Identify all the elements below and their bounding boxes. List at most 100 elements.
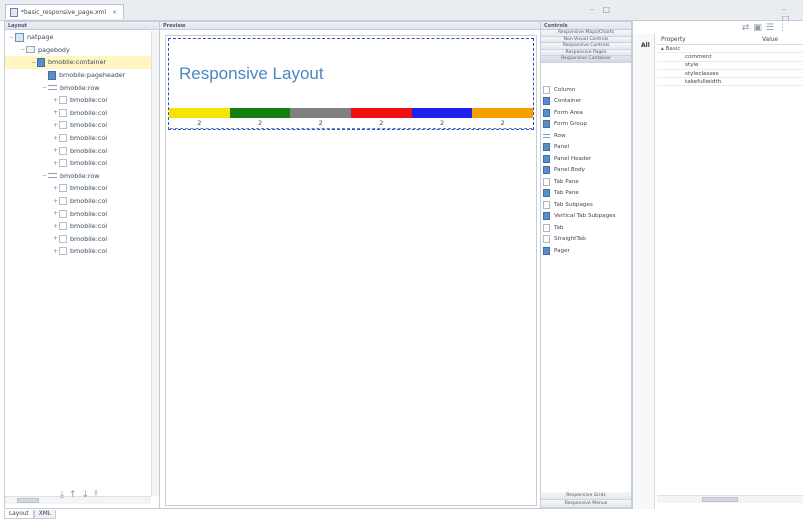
control-item[interactable]: Container	[543, 96, 631, 108]
control-category[interactable]: Responsive Container	[541, 56, 631, 63]
control-category[interactable]: Responsive Maps/Charts	[541, 30, 631, 37]
collapse-icon[interactable]: −	[30, 59, 37, 66]
responsive-container-outline[interactable]: Responsive Layout 222222	[168, 38, 534, 130]
editor-tab[interactable]: *basic_responsive_page.xml ✕	[5, 4, 125, 19]
scrollbar-thumb[interactable]	[17, 498, 39, 503]
tree-node[interactable]: − bmobile:row	[5, 81, 151, 94]
control-item-label: Tab Pane	[554, 190, 579, 197]
control-item-icon	[543, 177, 550, 186]
tree-node-label: bmobile:row	[60, 83, 100, 92]
property-group-basic[interactable]: ▴ Basic	[657, 45, 803, 54]
tree-node[interactable]: + bmobile:col	[5, 233, 151, 246]
tree-move-tools[interactable]: ⤓↑↓⤒	[60, 490, 103, 500]
control-item[interactable]: Panel	[543, 142, 631, 154]
column-color-bar[interactable]	[351, 108, 412, 118]
body-icon	[26, 46, 35, 54]
column-span-label: 2	[352, 119, 411, 129]
control-item[interactable]: Tab Pane	[543, 188, 631, 200]
column-color-bar[interactable]	[290, 108, 352, 118]
tree-node[interactable]: + bmobile:col	[5, 119, 151, 132]
value-column-header[interactable]: Value	[762, 35, 778, 44]
expand-icon[interactable]: +	[52, 210, 59, 217]
tree-node[interactable]: + bmobile:col	[5, 182, 151, 195]
preview-area[interactable]: Responsive Layout 222222	[165, 35, 537, 506]
tree-node[interactable]: + bmobile:col	[5, 132, 151, 145]
tree-node-label: bmobile:col	[70, 96, 108, 105]
tree-node[interactable]: + bmobile:col	[5, 107, 151, 120]
expand-icon[interactable]: +	[52, 198, 59, 205]
col-icon	[59, 159, 67, 168]
properties-toolbar[interactable]: ⇄▣☰⋮	[742, 23, 791, 33]
control-item[interactable]: Tab	[543, 222, 631, 234]
column-color-bar[interactable]	[169, 108, 230, 118]
expand-icon[interactable]: +	[52, 109, 59, 116]
control-item[interactable]: Form Group	[543, 119, 631, 131]
tree-node[interactable]: + bmobile:col	[5, 144, 151, 157]
expand-icon[interactable]: +	[52, 248, 59, 255]
control-item[interactable]: Form Area	[543, 107, 631, 119]
expand-icon[interactable]: +	[52, 122, 59, 129]
expand-icon[interactable]: +	[52, 185, 59, 192]
control-item-icon	[543, 133, 550, 138]
file-icon	[10, 7, 18, 17]
control-category[interactable]: Responsive Grids	[541, 492, 631, 500]
control-item[interactable]: Panel Body	[543, 165, 631, 177]
tree-node[interactable]: − bmobile:row	[5, 170, 151, 183]
collapse-icon[interactable]: −	[19, 46, 26, 53]
tree-node[interactable]: + bmobile:col	[5, 245, 151, 258]
expand-icon[interactable]: +	[52, 223, 59, 230]
control-item[interactable]: Row	[543, 130, 631, 142]
tree-node-label: bmobile:col	[70, 184, 108, 193]
all-category[interactable]: All	[641, 42, 650, 49]
tree-node[interactable]: + bmobile:col	[5, 157, 151, 170]
tree-node[interactable]: − bmobile:container	[5, 56, 151, 69]
column-color-bar[interactable]	[472, 108, 534, 118]
property-row[interactable]: styleclasses	[657, 70, 803, 79]
expand-icon[interactable]: +	[52, 235, 59, 242]
tree-node[interactable]: + bmobile:col	[5, 94, 151, 107]
control-categories: Responsive Maps/Charts Non-Visual Control…	[541, 30, 631, 63]
tree-node[interactable]: + bmobile:col	[5, 220, 151, 233]
tree-node[interactable]: − natpage	[5, 31, 151, 44]
control-item[interactable]: Column	[543, 84, 631, 96]
collapse-icon[interactable]: −	[41, 172, 48, 179]
tree-node[interactable]: + bmobile:col	[5, 195, 151, 208]
tree-node[interactable]: bmobile:pageheader	[5, 69, 151, 82]
preview-heading[interactable]: Responsive Layout	[179, 64, 324, 84]
property-row[interactable]: takefullwidth	[657, 78, 803, 87]
collapse-icon[interactable]: −	[8, 34, 15, 41]
control-item[interactable]: Tab Pane	[543, 176, 631, 188]
collapse-icon[interactable]: −	[41, 84, 48, 91]
control-item-icon	[543, 120, 550, 129]
tab-layout[interactable]: Layout	[4, 510, 34, 519]
editor-window-controls[interactable]: – □	[590, 5, 613, 14]
control-item-icon	[543, 235, 550, 244]
control-item[interactable]: Pager	[543, 245, 631, 257]
control-category[interactable]: Responsive Controls	[541, 43, 631, 50]
expand-icon[interactable]: +	[52, 147, 59, 154]
control-item[interactable]: Vertical Tab Subpages	[543, 211, 631, 223]
control-item[interactable]: Tab Subpages	[543, 199, 631, 211]
scrollbar-thumb[interactable]	[702, 497, 738, 502]
expand-icon[interactable]: +	[52, 97, 59, 104]
expand-icon[interactable]: +	[52, 135, 59, 142]
column-color-bar[interactable]	[411, 108, 473, 118]
tree-node[interactable]: − pagebody	[5, 44, 151, 57]
properties-horizontal-scrollbar[interactable]	[657, 495, 803, 503]
control-category[interactable]: Responsive Menus	[541, 500, 631, 508]
tree-node-label: bmobile:col	[70, 197, 108, 206]
property-row[interactable]: style	[657, 62, 803, 70]
tree-node[interactable]: + bmobile:col	[5, 207, 151, 220]
tab-xml[interactable]: XML	[33, 510, 56, 519]
property-row[interactable]: comment	[657, 53, 803, 62]
container-icon	[48, 70, 56, 80]
property-name: style	[685, 62, 699, 69]
control-item[interactable]: StraightTab	[543, 234, 631, 246]
close-icon[interactable]: ✕	[112, 9, 117, 16]
property-column-header[interactable]: Property	[657, 35, 762, 44]
control-item[interactable]: Panel Header	[543, 153, 631, 165]
bottom-control-categories: Responsive Grids Responsive Menus	[541, 492, 631, 508]
control-item-icon	[543, 85, 550, 94]
column-color-bar[interactable]	[229, 108, 291, 118]
expand-icon[interactable]: +	[52, 160, 59, 167]
